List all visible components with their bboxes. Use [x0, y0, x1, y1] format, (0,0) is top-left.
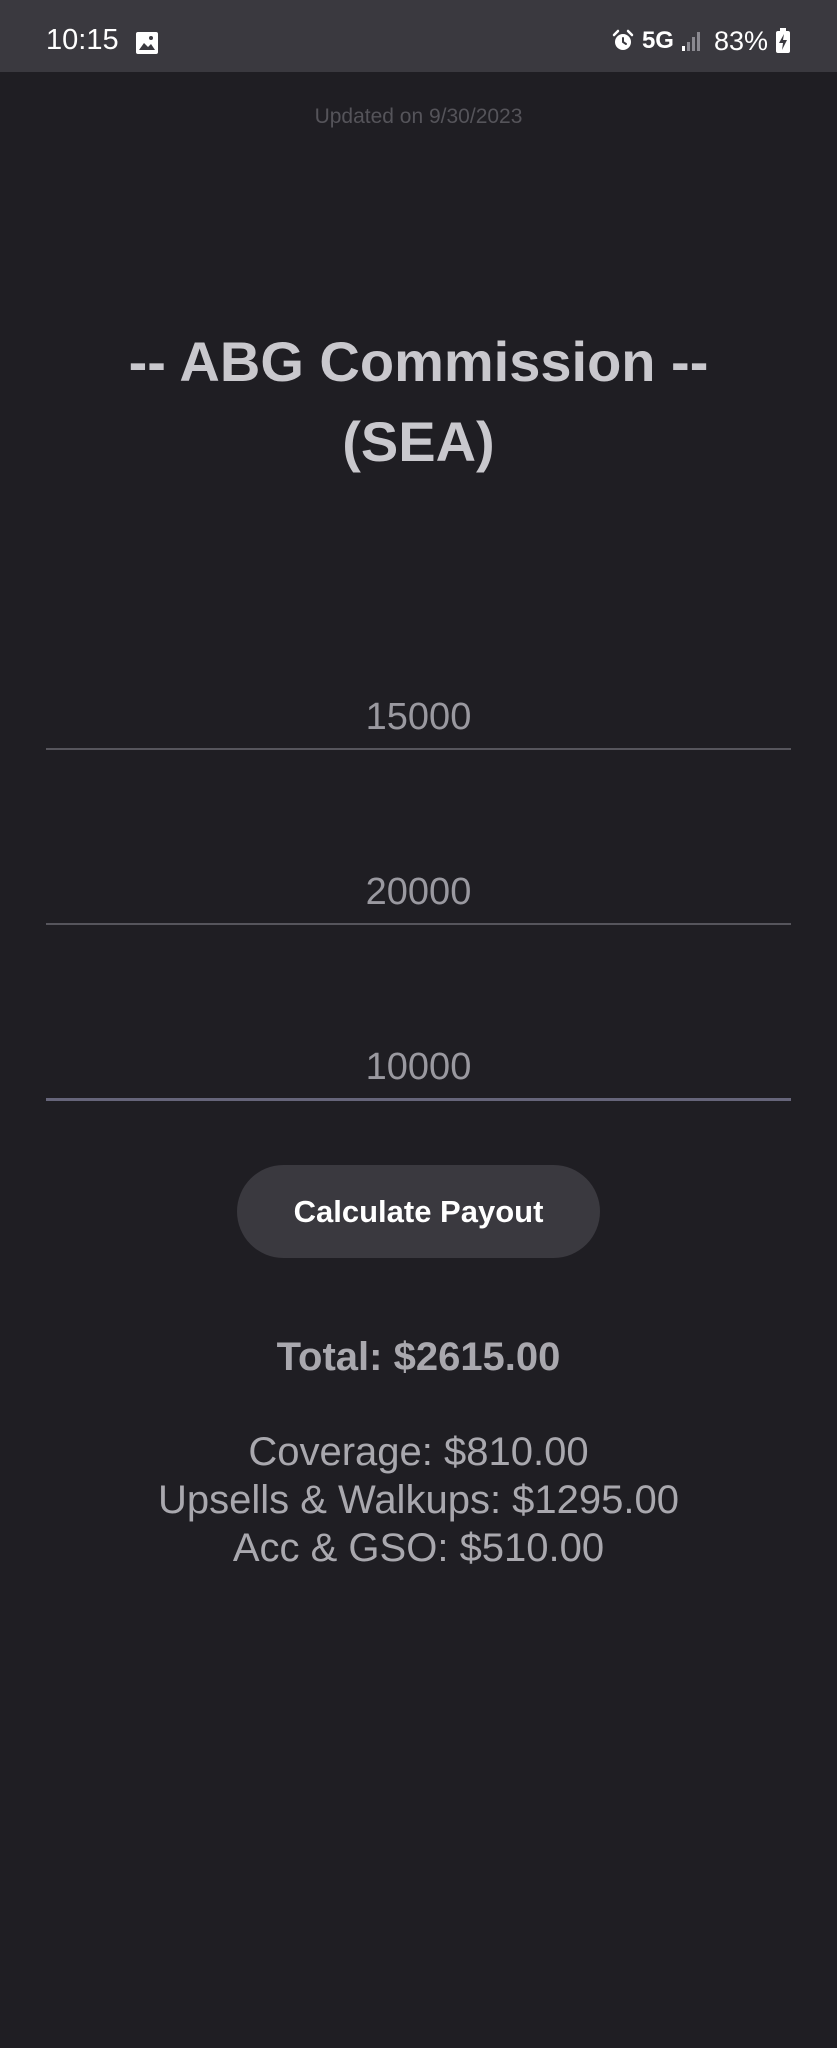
network-type: 5G: [641, 27, 674, 54]
page-title: -- ABG Commission -- (SEA): [128, 330, 709, 473]
battery-charging-icon: [776, 28, 790, 53]
status-time: 10:15: [46, 24, 119, 56]
payout-breakdown: Coverage: $810.00 Upsells & Walkups: $12…: [0, 1428, 837, 1572]
total-payout: Total: $2615.00: [276, 1335, 561, 1379]
alarm-icon: [612, 29, 634, 50]
battery-percent: 83%: [713, 25, 768, 56]
updated-date: Updated on 9/30/2023: [314, 105, 523, 128]
accessories-input-value: 10000: [365, 1046, 472, 1088]
upsells-input-value: 20000: [365, 871, 472, 913]
signal-icon: [681, 32, 700, 51]
image-icon: [136, 32, 158, 54]
coverage-payout: Coverage: $810.00: [248, 1430, 589, 1474]
accessories-input[interactable]: 10000: [46, 1026, 791, 1101]
coverage-input[interactable]: 15000: [46, 676, 791, 750]
upsells-payout: Upsells & Walkups: $1295.00: [157, 1478, 679, 1522]
status-bar: 10:15 5G 83%: [0, 0, 837, 72]
upsells-input[interactable]: 20000: [46, 851, 791, 925]
accessories-payout: Acc & GSO: $510.00: [232, 1526, 605, 1570]
status-indicators: 5G 83%: [611, 26, 791, 56]
calculate-payout-button[interactable]: Calculate Payout: [237, 1165, 600, 1258]
coverage-input-value: 15000: [365, 696, 472, 738]
